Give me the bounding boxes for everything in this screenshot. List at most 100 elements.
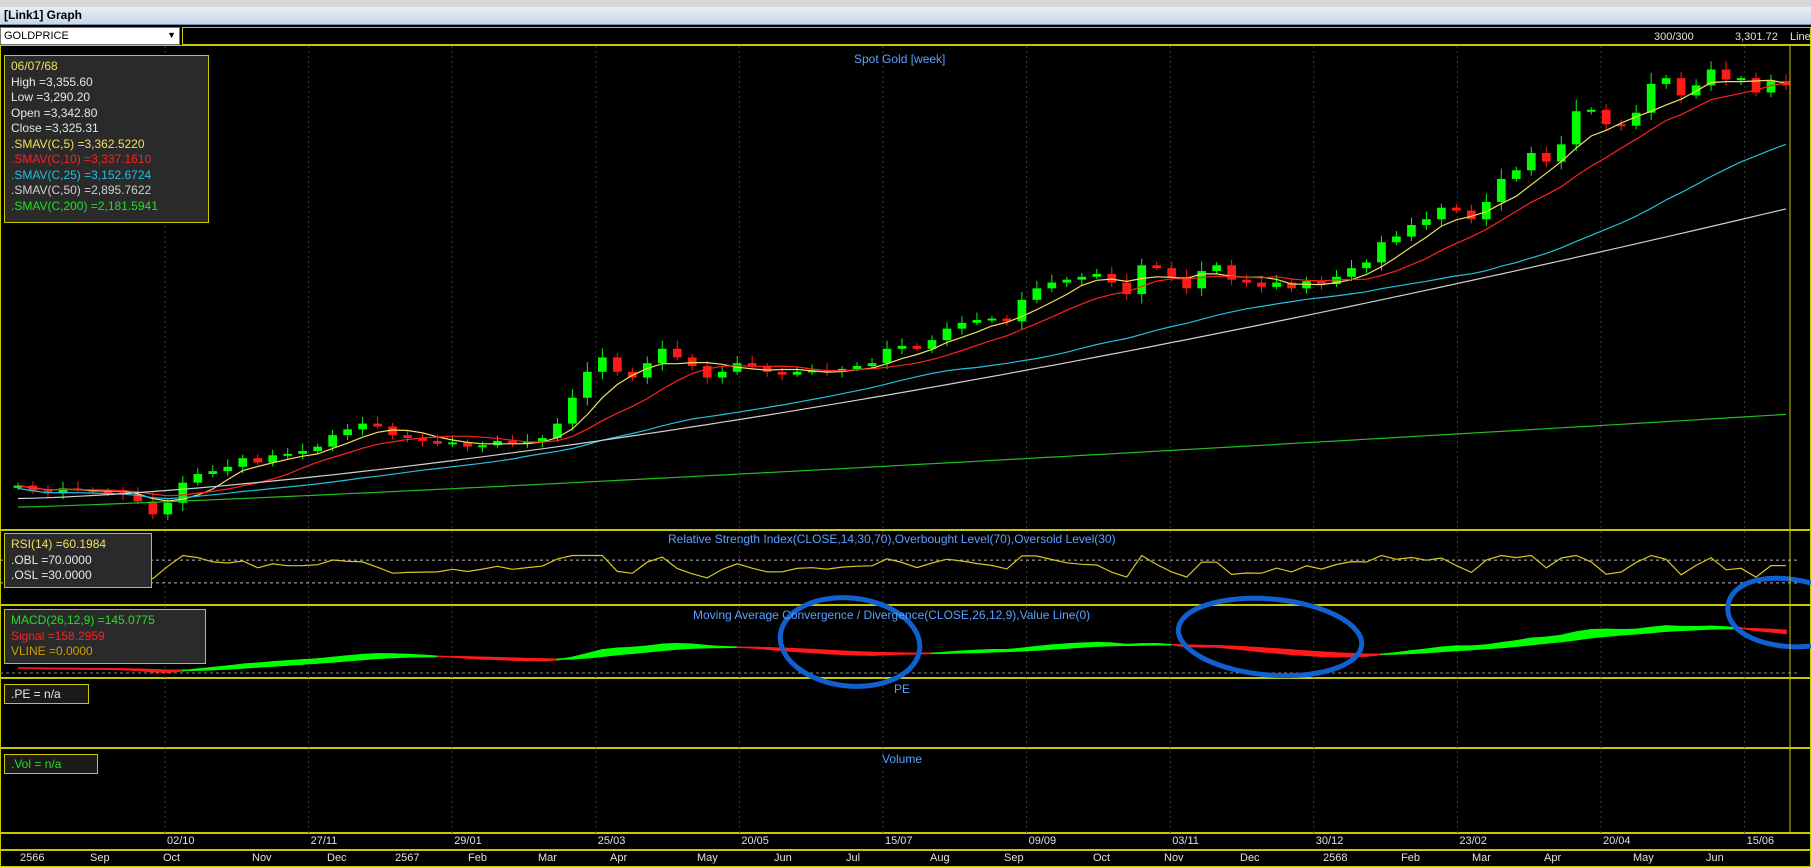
- macd-band-positive: [197, 666, 214, 671]
- macd-band-positive: [1021, 645, 1038, 652]
- candle-down: [1601, 109, 1611, 125]
- macd-band-positive: [1006, 647, 1023, 653]
- candle-up: [1422, 219, 1431, 225]
- x-month-label: Jun: [1706, 852, 1724, 864]
- candle-down: [612, 357, 622, 372]
- macd-band-negative: [152, 668, 169, 673]
- macd-band-positive: [1635, 626, 1652, 635]
- candle-up: [328, 435, 337, 447]
- info-high: High =3,355.60: [11, 74, 93, 89]
- x-month-label: Apr: [1544, 852, 1562, 864]
- macd-band-negative: [436, 655, 454, 658]
- macd-band-positive: [316, 656, 334, 664]
- macd-band-positive: [256, 661, 274, 668]
- macd-band-negative: [1245, 646, 1263, 653]
- x-month-label: Oct: [1093, 852, 1111, 864]
- candle-up: [268, 455, 278, 463]
- macd-band-positive: [571, 652, 589, 660]
- macd-band-negative: [826, 649, 843, 655]
- macd-band-negative: [1260, 647, 1278, 654]
- x-month-label: Feb: [1401, 852, 1420, 864]
- macd-band-negative: [92, 667, 109, 671]
- candle-down: [148, 501, 158, 515]
- macd-band-positive: [1425, 646, 1443, 654]
- candle-up: [493, 440, 502, 446]
- candle-down: [1242, 279, 1251, 283]
- macd-band-positive: [1125, 643, 1143, 647]
- candle-down: [1721, 69, 1731, 80]
- candle-down: [672, 348, 682, 358]
- candle-up: [882, 348, 892, 364]
- x-month-label: May: [697, 852, 718, 864]
- macd-band-negative: [736, 646, 753, 649]
- candle-down: [912, 345, 922, 349]
- pe-info-box: .PE = n/a: [4, 684, 89, 704]
- x-month-label: Oct: [163, 852, 181, 864]
- candle-up: [852, 366, 862, 369]
- macd-band-positive: [1665, 625, 1682, 632]
- macd-panel-title: Moving Average Convergence / Divergence(…: [693, 608, 1091, 622]
- rsi-panel-title: Relative Strength Index(CLOSE,14,30,70),…: [668, 532, 1116, 546]
- macd-band-positive: [991, 648, 1008, 653]
- info-sma200: .SMAV(C,200) =2,181.5941: [11, 198, 158, 213]
- annotation-circle: [1175, 595, 1365, 679]
- macd-band-negative: [1740, 627, 1757, 632]
- candle-up: [897, 345, 907, 349]
- macd-band-positive: [586, 648, 604, 659]
- candle-up: [478, 445, 487, 448]
- chart-canvas[interactable]: [0, 0, 1811, 867]
- candle-up: [987, 318, 997, 321]
- candle-down: [687, 357, 697, 367]
- info-sma5: .SMAV(C,5) =3,362.5220: [11, 136, 145, 151]
- candle-up: [1092, 273, 1102, 277]
- signal-value: Signal =158.2959: [11, 628, 105, 643]
- candle-up: [657, 348, 667, 364]
- candle-up: [792, 371, 802, 375]
- macd-band-positive: [556, 656, 574, 661]
- macd-band-positive: [1620, 628, 1637, 636]
- pe-panel-title: PE: [894, 682, 911, 696]
- candle-down: [1541, 153, 1551, 162]
- candle-up: [1407, 224, 1416, 237]
- macd-band-positive: [1590, 628, 1607, 639]
- macd-band-positive: [1575, 628, 1592, 641]
- macd-band-positive: [646, 643, 664, 653]
- macd-band-negative: [1770, 628, 1787, 635]
- macd-band-negative: [811, 648, 828, 655]
- candle-up: [597, 357, 607, 372]
- rsi-line: [17, 554, 1787, 580]
- macd-band-negative: [1335, 652, 1353, 658]
- macd-band-positive: [1111, 642, 1128, 647]
- x-month-label: Sep: [90, 852, 110, 864]
- macd-band-negative: [466, 656, 484, 660]
- macd-band-negative: [841, 650, 858, 656]
- macd-band-negative: [1215, 645, 1233, 650]
- macd-band-positive: [1485, 642, 1503, 650]
- info-sma50: .SMAV(C,50) =2,895.7622: [11, 183, 152, 197]
- macd-band-negative: [62, 667, 79, 670]
- candle-up: [223, 466, 233, 472]
- x-month-label: 2567: [395, 852, 420, 864]
- macd-band-negative: [1305, 650, 1323, 658]
- macd-band-positive: [1515, 637, 1533, 648]
- candle-up: [1062, 279, 1072, 283]
- macd-band-positive: [227, 663, 244, 670]
- macd-band-negative: [32, 667, 49, 670]
- candle-up: [1347, 268, 1356, 277]
- macd-band-positive: [1500, 640, 1518, 649]
- x-month-label: Dec: [1240, 852, 1260, 864]
- candle-up: [717, 371, 727, 378]
- macd-band-negative: [1365, 653, 1383, 657]
- x-date-label: 15/06: [1746, 835, 1775, 847]
- macd-band-negative: [1290, 649, 1308, 656]
- macd-band-positive: [1545, 634, 1563, 644]
- candle-down: [1452, 207, 1461, 211]
- candle-down: [433, 440, 442, 444]
- x-date-label: 30/12: [1315, 835, 1344, 847]
- macd-band-negative: [796, 648, 813, 654]
- macd-band-positive: [1455, 645, 1473, 652]
- macd-band-positive: [976, 649, 993, 654]
- macd-band-positive: [676, 642, 693, 650]
- obl-value: .OBL =70.0000: [11, 552, 92, 567]
- macd-band-negative: [451, 655, 469, 659]
